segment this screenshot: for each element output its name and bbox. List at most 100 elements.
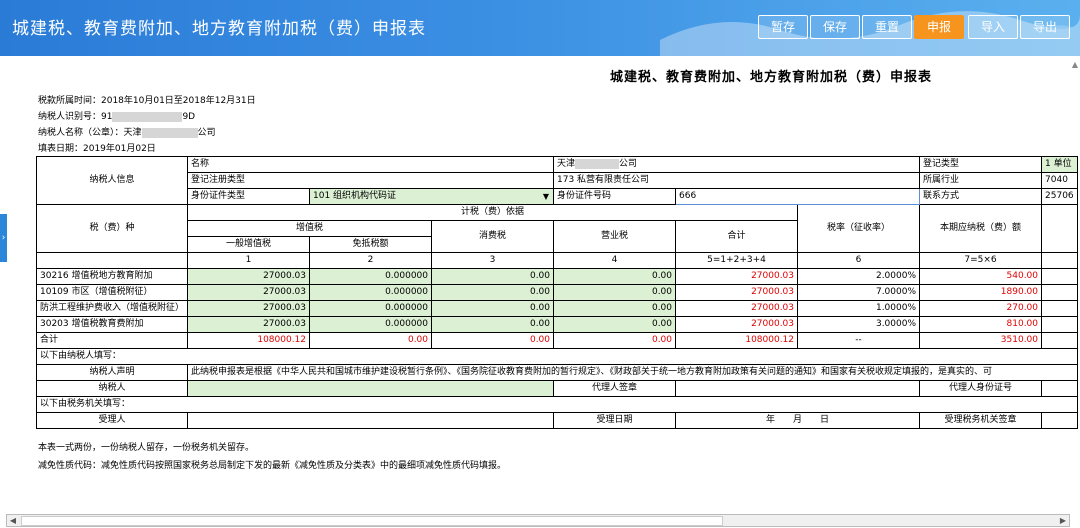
exempt-header: 免抵税额 <box>309 236 433 253</box>
sum-exempt: 0.00 <box>309 332 433 349</box>
acceptor-field <box>187 412 555 429</box>
total-header: 合计 <box>675 220 799 253</box>
total-cell: 27000.03 <box>675 300 799 317</box>
masked-redaction <box>141 127 198 138</box>
tax-name: 30203 增值税教育费附加 <box>35 316 189 333</box>
export-button[interactable]: 导出 <box>1020 15 1070 39</box>
business-cell[interactable]: 0.00 <box>553 316 677 333</box>
taxpayer-id: 纳税人识别号：91 9D <box>38 111 196 122</box>
rate-header: 税率（征收率） <box>797 204 921 253</box>
sum-rate: -- <box>797 332 921 349</box>
tax-name: 30216 增值税地方教育附加 <box>35 268 189 285</box>
consumption-cell[interactable]: 0.00 <box>431 284 555 301</box>
col-num: 4 <box>553 252 677 269</box>
temp-save-button[interactable]: 暂存 <box>758 15 808 39</box>
business-cell[interactable]: 0.00 <box>553 300 677 317</box>
exempt-cell[interactable]: 0.000000 <box>309 316 433 333</box>
payable-cell: 270.00 <box>919 300 1043 317</box>
sum-payable: 3510.00 <box>919 332 1043 349</box>
rate-cell: 2.0000% <box>797 268 921 285</box>
horizontal-scrollbar[interactable]: ◀ ▶ <box>6 514 1070 527</box>
payable-cell: 810.00 <box>919 316 1043 333</box>
authority-fill-caption: 以下由税务机关填写： <box>36 396 1078 413</box>
declare-button[interactable]: 申报 <box>914 15 964 39</box>
industry-label: 所属行业 <box>919 172 1043 189</box>
sum-consumption: 0.00 <box>431 332 555 349</box>
industry-value: 7040 <box>1041 172 1078 189</box>
scroll-up-icon[interactable]: ▲ <box>1072 60 1078 69</box>
sum-row: 合计 108000.12 0.00 0.00 0.00 108000.12 --… <box>35 332 1078 349</box>
col-num: 6 <box>797 252 921 269</box>
exempt-cell[interactable]: 0.000000 <box>309 300 433 317</box>
col-num: 2 <box>309 252 433 269</box>
taxpayer-fill-caption: 以下由纳税人填写： <box>36 348 1078 365</box>
top-header: 城建税、教育费附加、地方教育附加税（费）申报表 暂存 保存 重置 申报 导入 导… <box>0 0 1080 56</box>
registration-type-value: 173 私营有限责任公司 <box>553 172 921 189</box>
payable-cell: 540.00 <box>919 268 1043 285</box>
reset-button[interactable]: 重置 <box>862 15 912 39</box>
taxpayer-sign-field[interactable] <box>187 380 555 397</box>
id-number-input[interactable]: 666 <box>675 188 921 205</box>
save-button[interactable]: 保存 <box>810 15 860 39</box>
name-value: 天津 公司 <box>553 156 921 173</box>
tax-period: 税款所属时间：2018年10月01日至2018年12月31日 <box>38 96 256 106</box>
business-cell[interactable]: 0.00 <box>553 284 677 301</box>
scroll-left-icon[interactable]: ◀ <box>7 515 19 526</box>
general-vat-cell[interactable]: 27000.03 <box>187 300 311 317</box>
authority-sign-label: 受理税务机关签章 <box>919 412 1043 429</box>
acceptor-label: 受理人 <box>35 412 189 429</box>
payable-header: 本期应纳税（费）额 <box>919 204 1043 253</box>
accept-date-label: 受理日期 <box>553 412 677 429</box>
consumption-cell[interactable]: 0.00 <box>431 268 555 285</box>
col-num: 1 <box>187 252 311 269</box>
document-title: 城建税、教育费附加、地方教育附加税（费）申报表 <box>610 70 933 85</box>
rate-cell: 7.0000% <box>797 284 921 301</box>
masked-redaction <box>112 111 183 122</box>
business-header: 营业税 <box>553 220 677 253</box>
consumption-cell[interactable]: 0.00 <box>431 300 555 317</box>
taxpayer-info-label: 纳税人信息 <box>35 156 189 205</box>
total-cell: 27000.03 <box>675 284 799 301</box>
tax-name: 10109 市区（增值税附征） <box>35 284 189 301</box>
consumption-cell[interactable]: 0.00 <box>431 316 555 333</box>
general-vat-cell[interactable]: 27000.03 <box>187 268 311 285</box>
agent-sign-field[interactable] <box>675 380 921 397</box>
chevron-down-icon: ▼ <box>542 192 550 201</box>
taxpayer-name: 纳税人名称（公章）：天津 公司 <box>38 127 216 138</box>
sum-business: 0.00 <box>553 332 677 349</box>
id-type-select[interactable]: 101 组织机构代码证 ▼ <box>309 188 555 205</box>
business-cell[interactable]: 0.00 <box>553 268 677 285</box>
declaration-label: 纳税人声明 <box>35 364 189 381</box>
side-expand-tab[interactable]: › <box>0 214 7 262</box>
declaration-text: 此纳税申报表是根据《中华人民共和国城市维护建设税暂行条例》、《国务院征收教育费附… <box>187 364 1078 381</box>
exempt-cell[interactable]: 0.000000 <box>309 268 433 285</box>
import-button[interactable]: 导入 <box>968 15 1018 39</box>
sum-general-vat: 108000.12 <box>187 332 311 349</box>
tax-type-header: 税（费）种 <box>35 204 189 253</box>
scrollbar-thumb[interactable] <box>21 516 723 526</box>
col-num: 5=1+2+3+4 <box>675 252 799 269</box>
col-num: 7=5×6 <box>919 252 1043 269</box>
agent-id-label: 代理人身份证号 <box>919 380 1043 397</box>
sum-label: 合计 <box>35 332 189 349</box>
general-vat-cell[interactable]: 27000.03 <box>187 316 311 333</box>
payable-cell: 1890.00 <box>919 284 1043 301</box>
sum-total: 108000.12 <box>675 332 799 349</box>
scroll-right-icon[interactable]: ▶ <box>1057 515 1069 526</box>
table-row: 30203 增值税教育费附加 27000.03 0.000000 0.00 0.… <box>35 316 1078 333</box>
reg-type-label: 登记类型 <box>919 156 1043 173</box>
accept-date-value: 年 月 日 <box>675 412 921 429</box>
exempt-cell[interactable]: 0.000000 <box>309 284 433 301</box>
total-cell: 27000.03 <box>675 316 799 333</box>
consumption-header: 消费税 <box>431 220 555 253</box>
table-row: 30216 增值税地方教育附加 27000.03 0.000000 0.00 0… <box>35 268 1078 285</box>
app-title: 城建税、教育费附加、地方教育附加税（费）申报表 <box>12 19 426 39</box>
contact-value: 25706 <box>1041 188 1078 205</box>
rate-cell: 1.0000% <box>797 300 921 317</box>
id-type-label: 身份证件类型 <box>187 188 311 205</box>
fill-date: 填表日期：2019年01月02日 <box>38 144 156 154</box>
reg-type-value: 1 单位 <box>1041 156 1078 173</box>
total-cell: 27000.03 <box>675 268 799 285</box>
taxpayer-label: 纳税人 <box>35 380 189 397</box>
general-vat-cell[interactable]: 27000.03 <box>187 284 311 301</box>
